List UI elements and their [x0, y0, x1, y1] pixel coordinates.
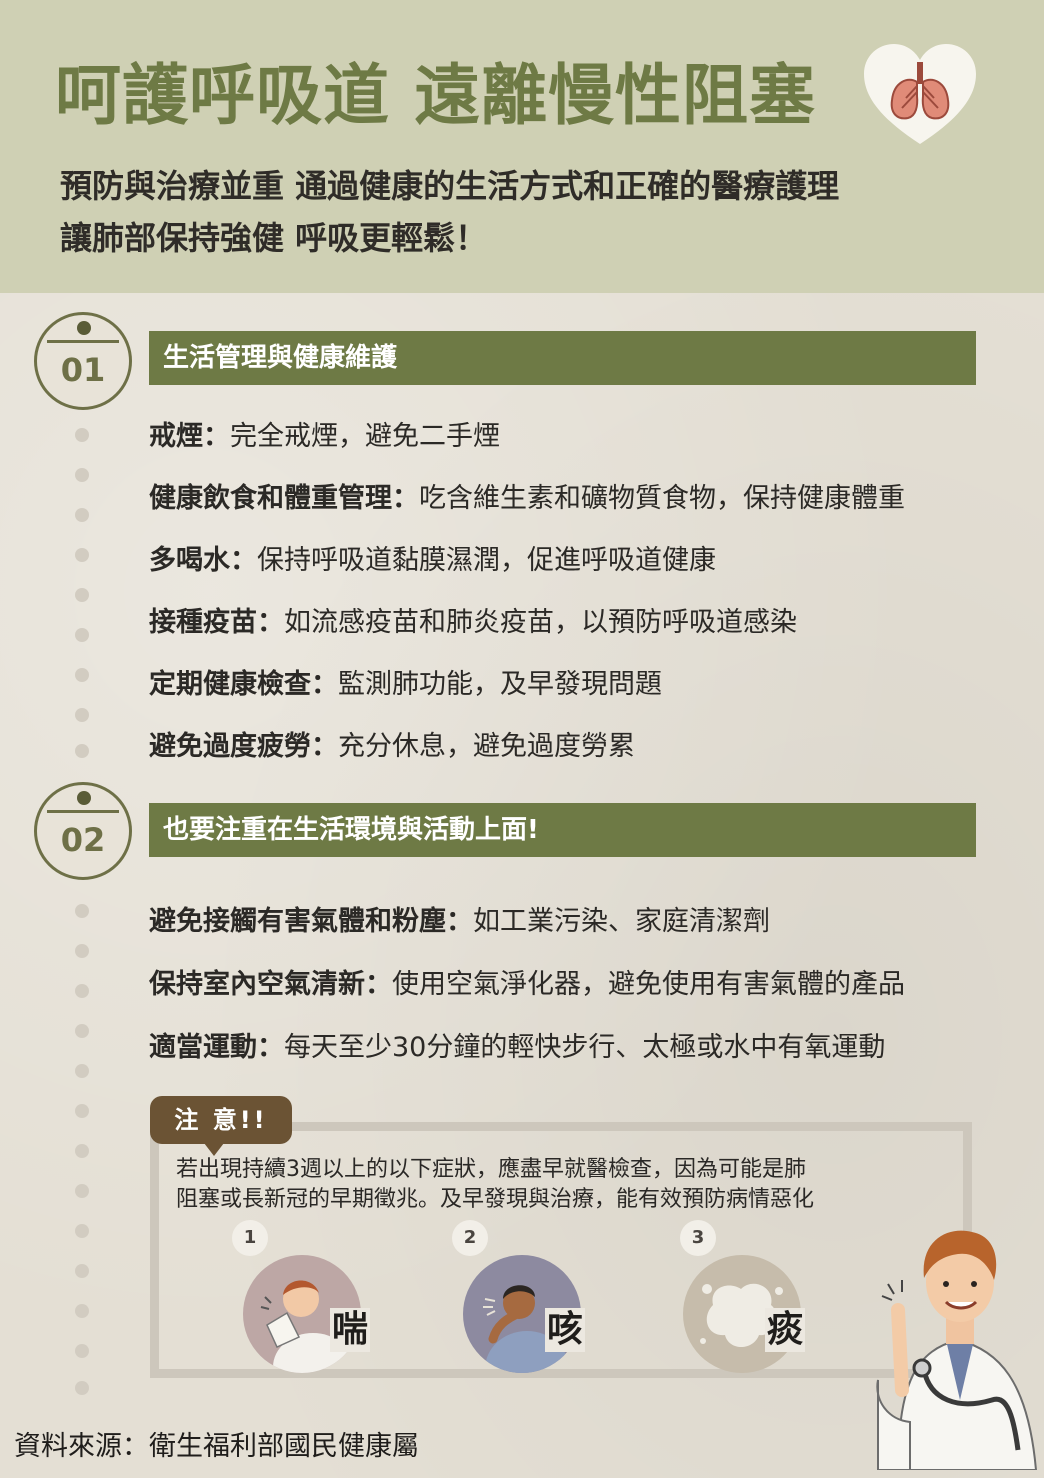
timeline-dot [75, 1064, 89, 1078]
symptom-label: 喘 [330, 1308, 371, 1352]
timeline-dot [75, 1344, 89, 1358]
timeline-dot [75, 1024, 89, 1038]
notice-tag: 注 意!! [150, 1096, 292, 1156]
list-item: 避免過度疲勞：充分休息，避免過度勞累 [149, 731, 635, 762]
timeline-dot [75, 1144, 89, 1158]
step-number: 02 [60, 821, 106, 859]
notice-text: 若出現持續3週以上的以下症狀，應盡早就醫檢查，因為可能是肺 阻塞或長新冠的早期徵… [176, 1155, 814, 1215]
timeline-dot [75, 1184, 89, 1198]
timeline-dot [75, 1264, 89, 1278]
step-marker-01: 01 [34, 312, 132, 410]
timeline-dot [75, 428, 89, 442]
timeline-dot [75, 628, 89, 642]
list-item: 適當運動：每天至少30分鐘的輕快步行、太極或水中有氧運動 [149, 1032, 886, 1063]
symptom-number: 3 [680, 1220, 716, 1256]
timeline-dot [75, 668, 89, 682]
timeline-dot [75, 708, 89, 722]
page-title: 呵護呼吸道 遠離慢性阻塞 [55, 57, 816, 134]
list-item: 戒煙：完全戒煙，避免二手煙 [149, 421, 500, 452]
step-number: 01 [60, 351, 106, 389]
timeline-dot [75, 1224, 89, 1238]
subtitle-line-1: 預防與治療並重 通過健康的生活方式和正確的醫療護理 [60, 167, 840, 205]
timeline-dot [75, 508, 89, 522]
symptom-number: 2 [452, 1220, 488, 1256]
subtitle-line-2: 讓肺部保持強健 呼吸更輕鬆！ [60, 219, 488, 257]
step-marker-02: 02 [34, 782, 132, 880]
timeline-dot [75, 944, 89, 958]
list-item: 多喝水：保持呼吸道黏膜濕潤，促進呼吸道健康 [149, 545, 716, 576]
timeline-dot [75, 468, 89, 482]
list-item: 保持室內空氣清新：使用空氣淨化器，避免使用有害氣體的產品 [149, 969, 905, 1000]
doctor-illustration [876, 1230, 1038, 1470]
list-item: 健康飲食和體重管理：吃含維生素和礦物質食物，保持健康體重 [149, 483, 905, 514]
timeline-dot [75, 1104, 89, 1118]
heart-lungs-icon [864, 44, 976, 144]
list-item: 避免接觸有害氣體和粉塵：如工業污染、家庭清潔劑 [149, 906, 770, 937]
timeline-dot [75, 904, 89, 918]
timeline-dot [75, 744, 89, 758]
symptom-label: 痰 [765, 1308, 806, 1352]
timeline-dot [75, 1381, 89, 1395]
symptom-number: 1 [232, 1220, 268, 1256]
source-credit: 資料來源：衛生福利部國民健康屬 [14, 1431, 419, 1462]
section-heading-1: 生活管理與健康維護 [149, 331, 976, 385]
symptom-label: 咳 [545, 1308, 586, 1352]
notice-line-2: 阻塞或長新冠的早期徵兆。及早發現與治療，能有效預防病情惡化 [176, 1187, 815, 1212]
timeline-dot [75, 588, 89, 602]
notice-line-1: 若出現持續3週以上的以下症狀，應盡早就醫檢查，因為可能是肺 [176, 1157, 806, 1182]
list-item: 定期健康檢查：監測肺功能，及早發現問題 [149, 669, 662, 700]
list-item: 接種疫苗：如流感疫苗和肺炎疫苗，以預防呼吸道感染 [149, 607, 797, 638]
timeline-dot [75, 984, 89, 998]
timeline-dot [75, 548, 89, 562]
timeline-dot [75, 1304, 89, 1318]
section-heading-2: 也要注重在生活環境與活動上面! [149, 803, 976, 857]
subtitle: 預防與治療並重 通過健康的生活方式和正確的醫療護理 讓肺部保持強健 呼吸更輕鬆！ [60, 160, 839, 264]
